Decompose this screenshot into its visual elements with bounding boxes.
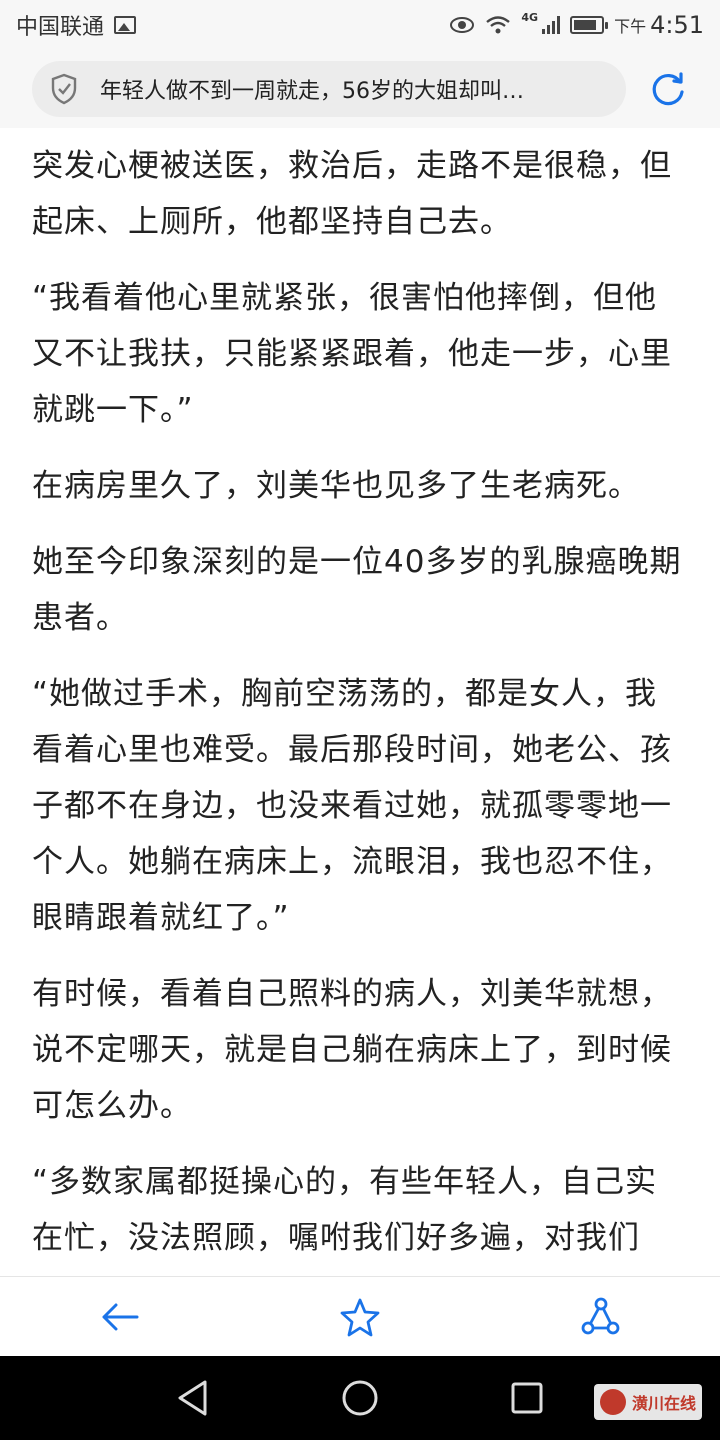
article-paragraph: “多数家属都挺操心的，有些年轻人，自己实在忙，没法照顾，嘱咐我们好多遍，对我们 bbox=[32, 1164, 658, 1256]
status-icons: 4G 下午 4:51 bbox=[449, 11, 704, 39]
eye-icon bbox=[450, 17, 475, 33]
carrier-label: 中国联通 bbox=[16, 15, 105, 40]
favorite-button[interactable] bbox=[320, 1282, 400, 1352]
site-watermark: 潢川在线 bbox=[593, 1384, 702, 1420]
gallery-notification-icon bbox=[114, 16, 137, 34]
page-title[interactable]: 年轻人做不到一周就走，56岁的大姐却叫… bbox=[100, 73, 524, 105]
article-paragraph: “我看着他心里就紧张，很害怕他摔倒，但他又不让我扶，只能紧紧跟着，他走一步，心里… bbox=[32, 280, 672, 428]
status-bar: 中国联通 4G 下午 4:51 bbox=[0, 0, 720, 50]
back-arrow-icon bbox=[102, 1303, 139, 1330]
share-icon bbox=[581, 1297, 620, 1334]
ampm-label: 下午 bbox=[614, 17, 647, 36]
shield-check-icon bbox=[51, 73, 77, 105]
nav-recents-button[interactable] bbox=[497, 1368, 557, 1428]
share-button[interactable] bbox=[560, 1282, 640, 1352]
signal-icon bbox=[542, 16, 561, 34]
clock: 4:51 bbox=[650, 11, 704, 39]
refresh-icon bbox=[652, 72, 684, 106]
article-paragraph: 在病房里久了，刘美华也见多了生老病死。 bbox=[32, 468, 640, 504]
article-paragraph: 突发心梗被送医，救治后，走路不是很稳，但起床、上厕所，他都坚持自己去。 bbox=[32, 148, 672, 240]
circle-home-icon bbox=[342, 1380, 378, 1416]
back-button[interactable] bbox=[80, 1282, 160, 1352]
article-body: 突发心梗被送医，救治后，走路不是很稳，但起床、上厕所，他都坚持自己去。 “我看着… bbox=[0, 128, 720, 1276]
article-paragraph: “她做过手术，胸前空荡荡的，都是女人，我看着心里也难受。最后那段时间，她老公、孩… bbox=[32, 676, 672, 936]
watermark-text: 潢川在线 bbox=[631, 1394, 696, 1413]
article-paragraph: 她至今印象深刻的是一位40多岁的乳腺癌晚期患者。 bbox=[32, 544, 682, 636]
nav-back-button[interactable] bbox=[163, 1368, 223, 1428]
watermark-logo-icon bbox=[599, 1389, 626, 1415]
star-icon bbox=[340, 1298, 380, 1336]
bottom-toolbar bbox=[0, 1276, 720, 1356]
battery-icon bbox=[570, 16, 609, 34]
square-recents-icon bbox=[511, 1382, 543, 1414]
network-type-label: 4G bbox=[521, 11, 539, 24]
url-pill[interactable]: 年轻人做不到一周就走，56岁的大姐却叫… bbox=[32, 61, 627, 117]
nav-home-button[interactable] bbox=[330, 1368, 390, 1428]
article-paragraph: 有时候，看着自己照料的病人，刘美华就想，说不定哪天，就是自己躺在病床上了，到时候… bbox=[32, 976, 672, 1124]
refresh-button[interactable] bbox=[648, 69, 688, 109]
address-bar: 年轻人做不到一周就走，56岁的大姐却叫… bbox=[0, 50, 720, 128]
wifi-icon bbox=[486, 16, 511, 34]
triangle-back-icon bbox=[178, 1380, 207, 1416]
